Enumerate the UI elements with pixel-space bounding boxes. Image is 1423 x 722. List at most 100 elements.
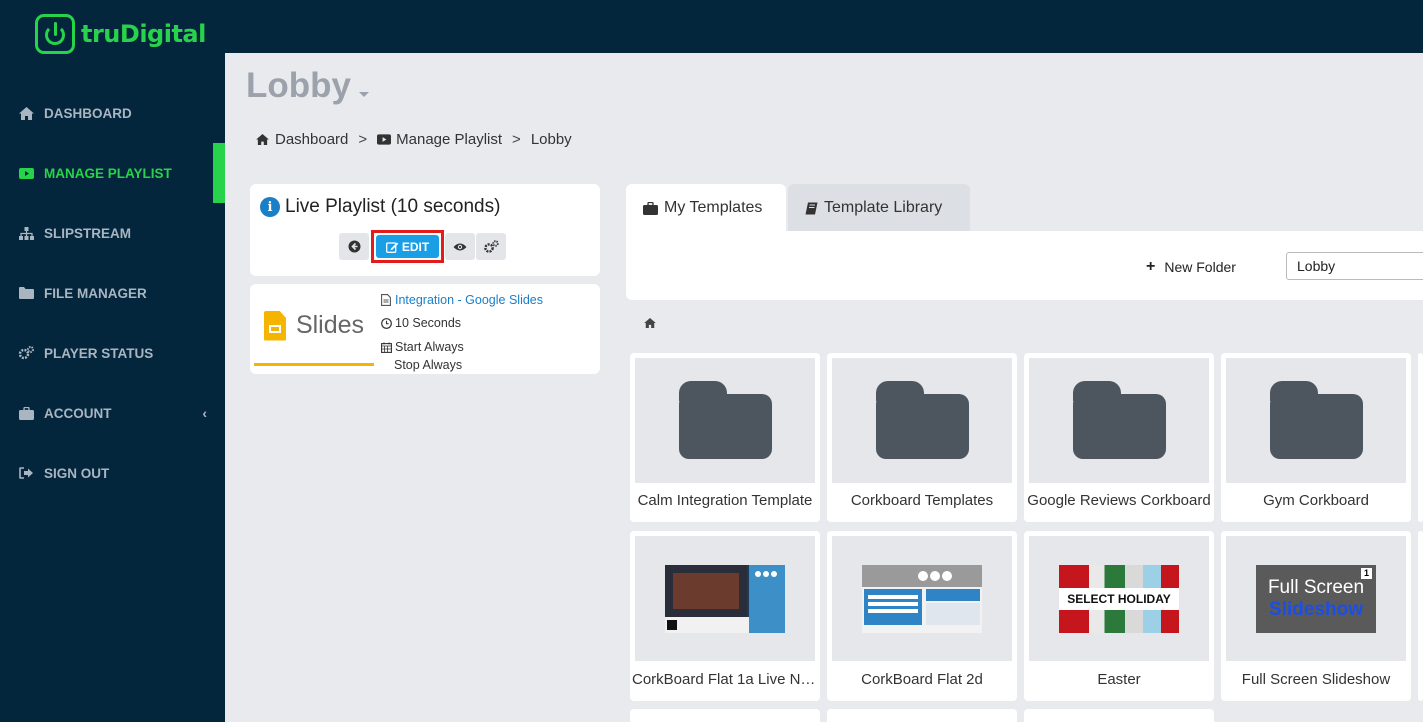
briefcase-icon [18,405,34,421]
breadcrumb-link-dashboard[interactable]: Dashboard [275,131,348,148]
template-card[interactable]: CorkBoard Flat 2d [827,531,1017,701]
folder-icon [18,285,34,301]
book-icon [805,202,818,215]
playlist-item-start: Start Always [395,339,464,354]
tab-label: My Templates [664,199,763,216]
tab-label: Template Library [824,199,943,216]
file-icon [381,294,393,306]
folder-thumbnail [1029,358,1209,483]
tab-my-templates[interactable]: My Templates [626,184,786,232]
play-icon [377,134,392,146]
sidebar-item-label: SLIPSTREAM [44,225,132,241]
template-thumbnail [832,536,1012,661]
template-card-partial[interactable] [1024,709,1214,722]
home-icon [644,318,656,328]
sidebar-item-slipstream[interactable]: SLIPSTREAM [0,203,225,263]
calendar-icon [381,341,393,353]
slides-thumb-label: Slides [295,311,365,339]
page-title: Lobby [246,66,351,105]
trudigital-logo[interactable]: truDigital [35,13,206,55]
template-label: CorkBoard Flat 1a Live Ne... [632,671,820,688]
folder-select[interactable]: Lobby [1286,252,1423,280]
preview-button[interactable] [445,233,475,260]
folder-icon [875,380,969,461]
sidebar-item-dashboard[interactable]: DASHBOARD [0,83,225,143]
google-slides-thumbnail: Slides [254,288,374,366]
sidebar-item-file-manager[interactable]: FILE MANAGER [0,263,225,323]
page-title-dropdown[interactable]: Lobby [246,66,369,106]
new-folder-label: New Folder [1164,259,1236,275]
easter-preview: SELECT HOLIDAY [1059,564,1179,633]
template-thumbnail [635,536,815,661]
edit-button[interactable]: EDIT [376,235,439,258]
sidebar-item-label: PLAYER STATUS [44,345,154,361]
template-folder-card[interactable]: Calm Integration Template [630,353,820,522]
template-folder-card[interactable]: Corkboard Templates [827,353,1017,522]
playlist-item-duration: 10 Seconds [395,315,462,330]
folder-icon [1269,380,1363,461]
caret-down-icon [358,92,369,97]
fs-thumb-line1: Full Screen [1267,576,1365,598]
new-folder-button[interactable]: + New Folder [1146,258,1236,276]
playlist-actions: EDIT [339,230,507,263]
power-icon [35,14,75,54]
template-card[interactable]: CorkBoard Flat 1a Live Ne... [630,531,820,701]
sign-out-icon [18,465,34,481]
folder-thumbnail [832,358,1012,483]
templates-home-button[interactable] [644,313,656,332]
template-card-partial[interactable] [1418,531,1423,701]
template-card[interactable]: Full Screen Slideshow 1 Full Screen Slid… [1221,531,1411,701]
cogs-icon [18,345,34,361]
sidebar-item-manage-playlist[interactable]: MANAGE PLAYLIST [0,143,225,203]
breadcrumb-separator: > [512,131,521,148]
sidebar: truDigital DASHBOARD MANAGE PLAYLIST SLI… [0,0,225,722]
template-label: Full Screen Slideshow [1241,671,1391,688]
template-label: Easter [1097,671,1141,688]
folder-icon [1072,380,1166,461]
live-playlist-panel: i Live Playlist (10 seconds) EDIT [250,184,600,276]
template-folder-card-partial[interactable] [1418,353,1423,522]
folder-thumbnail [635,358,815,483]
back-button[interactable] [339,233,369,260]
template-folder-card[interactable]: Gym Corkboard [1221,353,1411,522]
playlist-item-meta: Integration - Google Slides 10 Seconds S… [381,288,543,374]
template-label: CorkBoard Flat 2d [861,671,983,688]
playlist-item-name-link[interactable]: Integration - Google Slides [395,294,543,307]
top-bar [225,0,1423,53]
template-thumbnail: SELECT HOLIDAY [1029,536,1209,661]
fs-thumb-line2: Slideshow [1269,598,1363,620]
template-card-partial[interactable] [827,709,1017,722]
play-icon [18,165,34,181]
sidebar-item-label: MANAGE PLAYLIST [44,165,172,181]
playlist-item[interactable]: Slides Integration - Google Slides 10 Se… [250,284,600,374]
clock-icon [381,317,393,329]
chevron-left-icon: ‹ [202,405,207,421]
slide-count-badge: 1 [1361,567,1372,579]
edit-button-label: EDIT [401,239,430,254]
template-label: Gym Corkboard [1263,492,1369,509]
folder-thumbnail [1226,358,1406,483]
plus-icon: + [1146,258,1156,275]
template-label: Calm Integration Template [637,492,813,509]
settings-button[interactable] [476,233,506,260]
sidebar-item-label: DASHBOARD [44,105,132,121]
sidebar-item-player-status[interactable]: PLAYER STATUS [0,323,225,383]
template-card-partial[interactable] [630,709,820,722]
sidebar-item-sign-out[interactable]: SIGN OUT [0,443,225,503]
template-label: Google Reviews Corkboard [1027,492,1211,509]
cogs-icon [484,239,499,253]
tab-template-library[interactable]: Template Library [788,184,970,232]
sidebar-item-account[interactable]: ACCOUNT ‹ [0,383,225,443]
home-icon [256,134,270,146]
breadcrumb-current: Lobby [530,131,572,148]
sitemap-icon [18,225,34,241]
sidebar-item-label: ACCOUNT [44,405,112,421]
breadcrumb-link-manage-playlist[interactable]: Manage Playlist [396,131,502,148]
arrow-circle-left-icon [348,240,360,253]
template-card[interactable]: SELECT HOLIDAY Easter [1024,531,1214,701]
sidebar-item-label: SIGN OUT [44,465,110,481]
playlist-item-stop: Stop Always [394,357,463,372]
template-folder-card[interactable]: Google Reviews Corkboard [1024,353,1214,522]
brand-name: truDigital [81,20,206,48]
edit-icon [385,241,399,253]
